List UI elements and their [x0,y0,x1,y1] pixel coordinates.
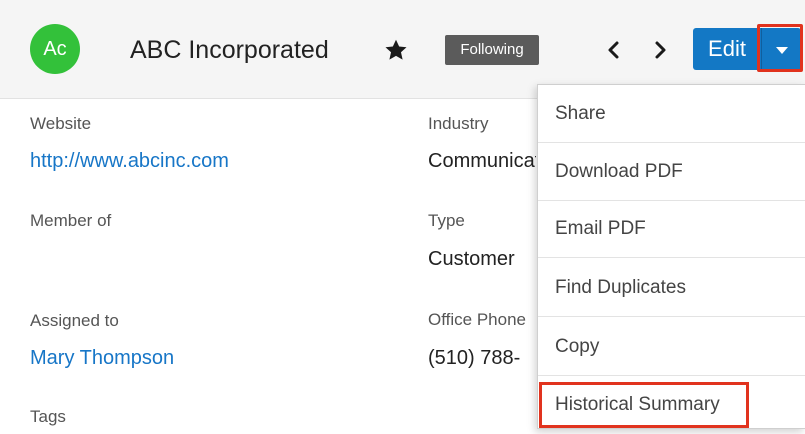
star-icon[interactable] [383,37,409,63]
edit-button[interactable]: Edit [693,28,761,70]
menu-divider [538,316,805,317]
website-link[interactable]: http://www.abcinc.com [30,148,229,174]
chevron-left-icon[interactable] [604,38,624,62]
actions-dropdown-menu: Share Download PDF Email PDF Find Duplic… [537,84,805,429]
following-button[interactable]: Following [445,35,539,65]
tags-label: Tags [30,407,66,426]
menu-item-email-pdf[interactable]: Email PDF [538,200,805,258]
record-name: ABC Incorporated [130,36,329,64]
member-of-label: Member of [30,211,112,230]
actions-button-highlight [757,24,803,72]
menu-item-download-pdf[interactable]: Download PDF [538,143,805,201]
type-label: Type [428,211,465,230]
historical-summary-highlight [539,382,749,428]
menu-item-share[interactable]: Share [538,85,805,143]
industry-value: Communications [428,150,536,172]
website-label: Website [30,114,92,133]
menu-item-find-duplicates[interactable]: Find Duplicates [538,259,805,317]
assigned-to-label: Assigned to [30,311,119,330]
menu-divider [538,257,805,258]
type-value: Customer [428,248,515,270]
chevron-right-icon[interactable] [650,38,670,62]
office-phone-label: Office Phone [428,310,526,329]
industry-label: Industry [428,114,489,133]
menu-item-copy[interactable]: Copy [538,318,805,376]
assigned-user-link[interactable]: Mary Thompson [30,345,174,371]
office-phone-value: (510) 788- [428,347,521,369]
avatar: Ac [30,24,80,74]
